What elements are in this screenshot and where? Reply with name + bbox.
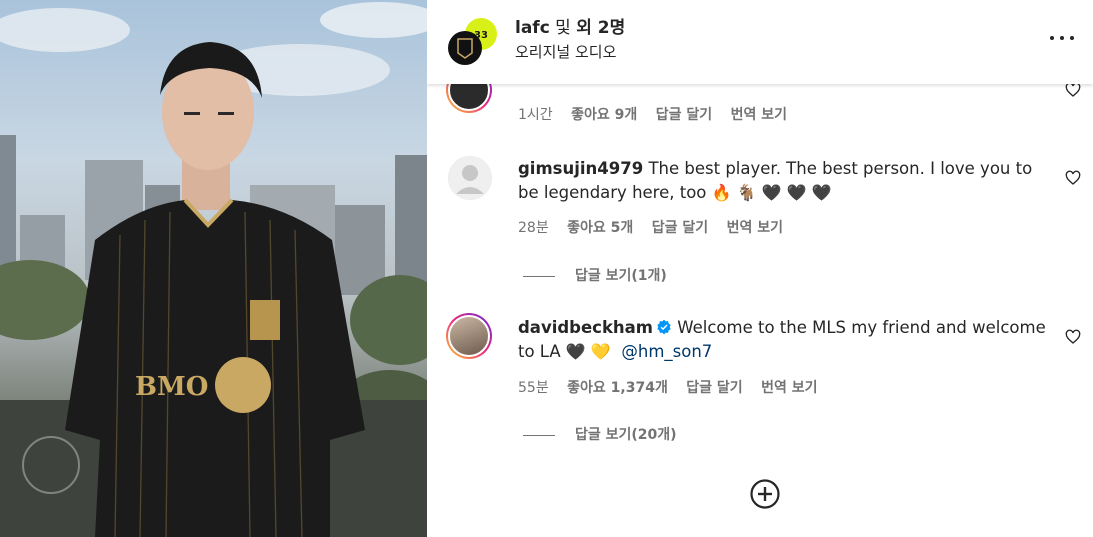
translate-button[interactable]: 번역 보기	[731, 107, 787, 123]
replies-divider	[523, 434, 555, 436]
reel-video[interactable]: BMO	[0, 0, 427, 537]
add-comment-icon[interactable]	[749, 478, 781, 510]
more-options-icon[interactable]	[1049, 30, 1075, 46]
view-replies-button[interactable]: 답글 보기(20개)	[523, 424, 677, 444]
heart-icon[interactable]	[1065, 329, 1081, 345]
comments-panel: 33 lafc 및 외 2명 오리지널 오디오 1시간 좋아요 9개 답글 달기…	[427, 0, 1093, 537]
comment-meta: 28분 좋아요 5개 답글 달기 번역 보기	[518, 217, 797, 237]
authors-connector: 및	[549, 18, 577, 38]
comment-likes[interactable]: 좋아요 5개	[567, 220, 633, 236]
video-watermark-icon	[22, 436, 80, 494]
comment-time: 28분	[518, 220, 549, 236]
reply-button[interactable]: 답글 달기	[652, 220, 708, 236]
svg-text:BMO: BMO	[135, 372, 208, 402]
heart-icon[interactable]	[1065, 82, 1081, 98]
commenter-avatar[interactable]	[448, 156, 492, 200]
comment-likes[interactable]: 좋아요 1,374개	[567, 380, 668, 396]
comment-emojis: 🖤 💛	[565, 342, 611, 361]
user-mention-link[interactable]: @hm_son7	[621, 342, 712, 361]
commenter-avatar[interactable]	[446, 313, 492, 359]
view-replies-label: 답글 보기(1개)	[575, 268, 667, 284]
lafc-avatar[interactable]: 33	[447, 16, 497, 66]
replies-divider	[523, 275, 555, 277]
comment-username[interactable]: gimsujin4979	[518, 159, 643, 178]
comment-emojis: 🔥 🐐 🖤 🖤 🖤	[711, 183, 832, 202]
reply-button[interactable]: 답글 달기	[656, 107, 712, 123]
view-replies-label: 답글 보기(20개)	[575, 427, 677, 443]
comment-meta: 55분 좋아요 1,374개 답글 달기 번역 보기	[518, 377, 832, 397]
heart-icon[interactable]	[1065, 170, 1081, 186]
comment-body: gimsujin4979 The best player. The best p…	[518, 157, 1058, 205]
post-header: 33 lafc 및 외 2명 오리지널 오디오	[427, 0, 1093, 84]
account-name[interactable]: lafc	[515, 18, 550, 38]
reply-button[interactable]: 답글 달기	[686, 380, 742, 396]
comment-body: davidbeckham Welcome to the MLS my frien…	[518, 316, 1058, 364]
verified-badge-icon	[657, 319, 671, 335]
comment-username[interactable]: davidbeckham	[518, 318, 653, 337]
comment-time: 55분	[518, 380, 549, 396]
view-replies-button[interactable]: 답글 보기(1개)	[523, 265, 667, 285]
comment-time: 1시간	[518, 107, 553, 123]
comment-meta: 1시간 좋아요 9개 답글 달기 번역 보기	[518, 104, 801, 124]
translate-button[interactable]: 번역 보기	[761, 380, 817, 396]
other-authors[interactable]: 외 2명	[576, 18, 625, 38]
audio-label[interactable]: 오리지널 오디오	[515, 41, 616, 62]
translate-button[interactable]: 번역 보기	[727, 220, 783, 236]
post-authors[interactable]: lafc 및 외 2명	[515, 13, 625, 38]
comment-likes[interactable]: 좋아요 9개	[571, 107, 637, 123]
default-avatar-icon	[448, 156, 492, 200]
